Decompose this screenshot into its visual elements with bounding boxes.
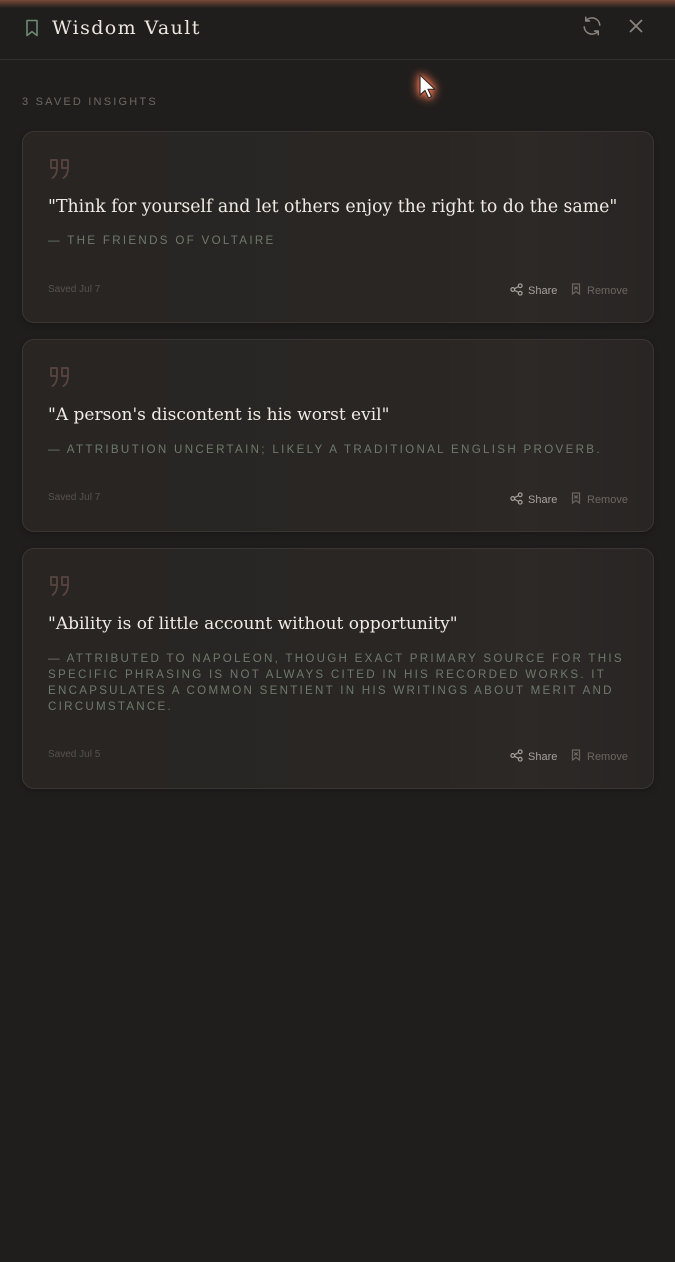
quote-attribution: — ATTRIBUTION UNCERTAIN; LIKELY A TRADIT… bbox=[48, 443, 602, 456]
quote-card: "Ability is of little account without op… bbox=[22, 548, 654, 789]
quote-attribution: — ATTRIBUTED TO NAPOLEON, THOUGH EXACT P… bbox=[48, 652, 624, 713]
remove-button[interactable]: Remove bbox=[570, 492, 628, 508]
quote-mark-icon bbox=[48, 366, 72, 388]
remove-label: Remove bbox=[587, 284, 628, 297]
share-button[interactable]: Share bbox=[510, 492, 557, 509]
bookmark-remove-icon bbox=[570, 283, 582, 299]
share-label: Share bbox=[528, 285, 558, 297]
share-label: Share bbox=[528, 494, 558, 506]
quote-text: "Ability is of little account without op… bbox=[48, 614, 458, 634]
close-button[interactable] bbox=[624, 16, 648, 40]
bookmark-remove-icon bbox=[570, 749, 582, 765]
share-icon bbox=[510, 283, 523, 300]
app-header: Wisdom Vault bbox=[0, 0, 675, 60]
share-icon bbox=[510, 749, 523, 766]
saved-date: Saved Jul 7 bbox=[48, 492, 101, 503]
quote-text: "Think for yourself and let others enjoy… bbox=[48, 197, 618, 217]
remove-label: Remove bbox=[587, 750, 628, 763]
quote-card: "Think for yourself and let others enjoy… bbox=[22, 131, 654, 323]
share-label: Share bbox=[528, 751, 558, 763]
saved-date: Saved Jul 7 bbox=[48, 284, 101, 295]
refresh-icon bbox=[581, 15, 603, 42]
saved-date: Saved Jul 5 bbox=[48, 749, 101, 760]
bookmark-icon bbox=[23, 19, 41, 37]
close-icon bbox=[627, 17, 645, 40]
share-button[interactable]: Share bbox=[510, 749, 557, 766]
quote-mark-icon bbox=[48, 158, 72, 180]
quote-attribution: — THE FRIENDS OF VOLTAIRE bbox=[48, 234, 276, 247]
remove-button[interactable]: Remove bbox=[570, 283, 628, 299]
refresh-button[interactable] bbox=[580, 16, 604, 40]
bookmark-remove-icon bbox=[570, 492, 582, 508]
mouse-cursor-icon bbox=[418, 73, 438, 101]
saved-count-label: 3 SAVED INSIGHTS bbox=[22, 96, 158, 108]
quote-mark-icon bbox=[48, 575, 72, 597]
remove-label: Remove bbox=[587, 493, 628, 506]
app-title: Wisdom Vault bbox=[52, 17, 201, 39]
share-icon bbox=[510, 492, 523, 509]
quote-text: "A person's discontent is his worst evil… bbox=[48, 405, 390, 425]
remove-button[interactable]: Remove bbox=[570, 749, 628, 765]
quote-card: "A person's discontent is his worst evil… bbox=[22, 339, 654, 532]
share-button[interactable]: Share bbox=[510, 283, 557, 300]
